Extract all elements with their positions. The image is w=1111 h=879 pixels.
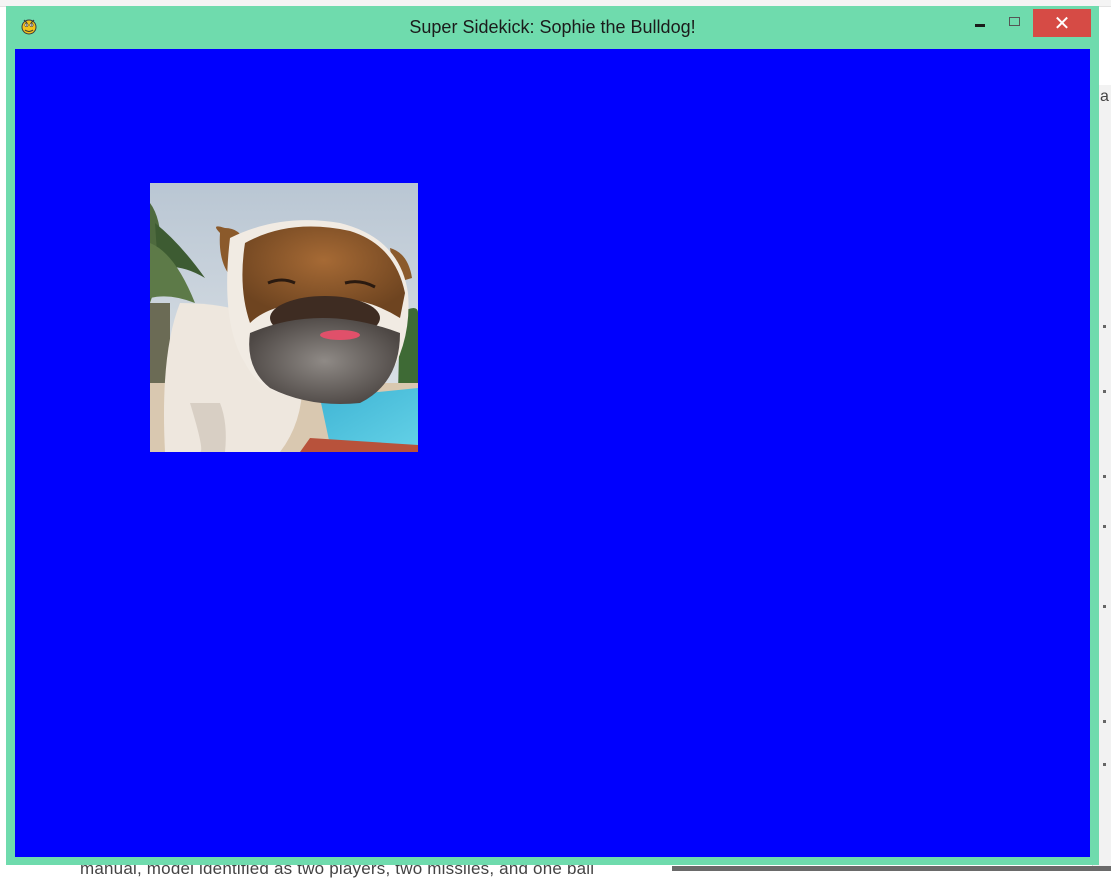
background-text-fragment: a [1100, 88, 1109, 105]
background-tick [1103, 475, 1106, 478]
close-button[interactable]: ✕ [1033, 9, 1091, 37]
close-icon: ✕ [1053, 12, 1071, 35]
app-window: Super Sidekick: Sophie the Bulldog! ✕ [6, 6, 1099, 865]
maximize-button[interactable] [1000, 8, 1028, 36]
background-tick [1103, 763, 1106, 766]
window-title: Super Sidekick: Sophie the Bulldog! [409, 17, 696, 37]
minimize-button[interactable] [966, 8, 994, 36]
background-tick [1103, 720, 1106, 723]
title-bar[interactable]: Super Sidekick: Sophie the Bulldog! ✕ [6, 6, 1099, 46]
background-tick [1103, 325, 1106, 328]
minimize-icon [975, 23, 985, 27]
game-canvas[interactable] [15, 49, 1090, 857]
background-tick [1103, 525, 1106, 528]
maximize-icon [1008, 16, 1020, 26]
background-tick [1103, 390, 1106, 393]
background-taskbar-edge [672, 866, 1111, 871]
background-tick [1103, 605, 1106, 608]
bulldog-sprite [150, 183, 418, 452]
